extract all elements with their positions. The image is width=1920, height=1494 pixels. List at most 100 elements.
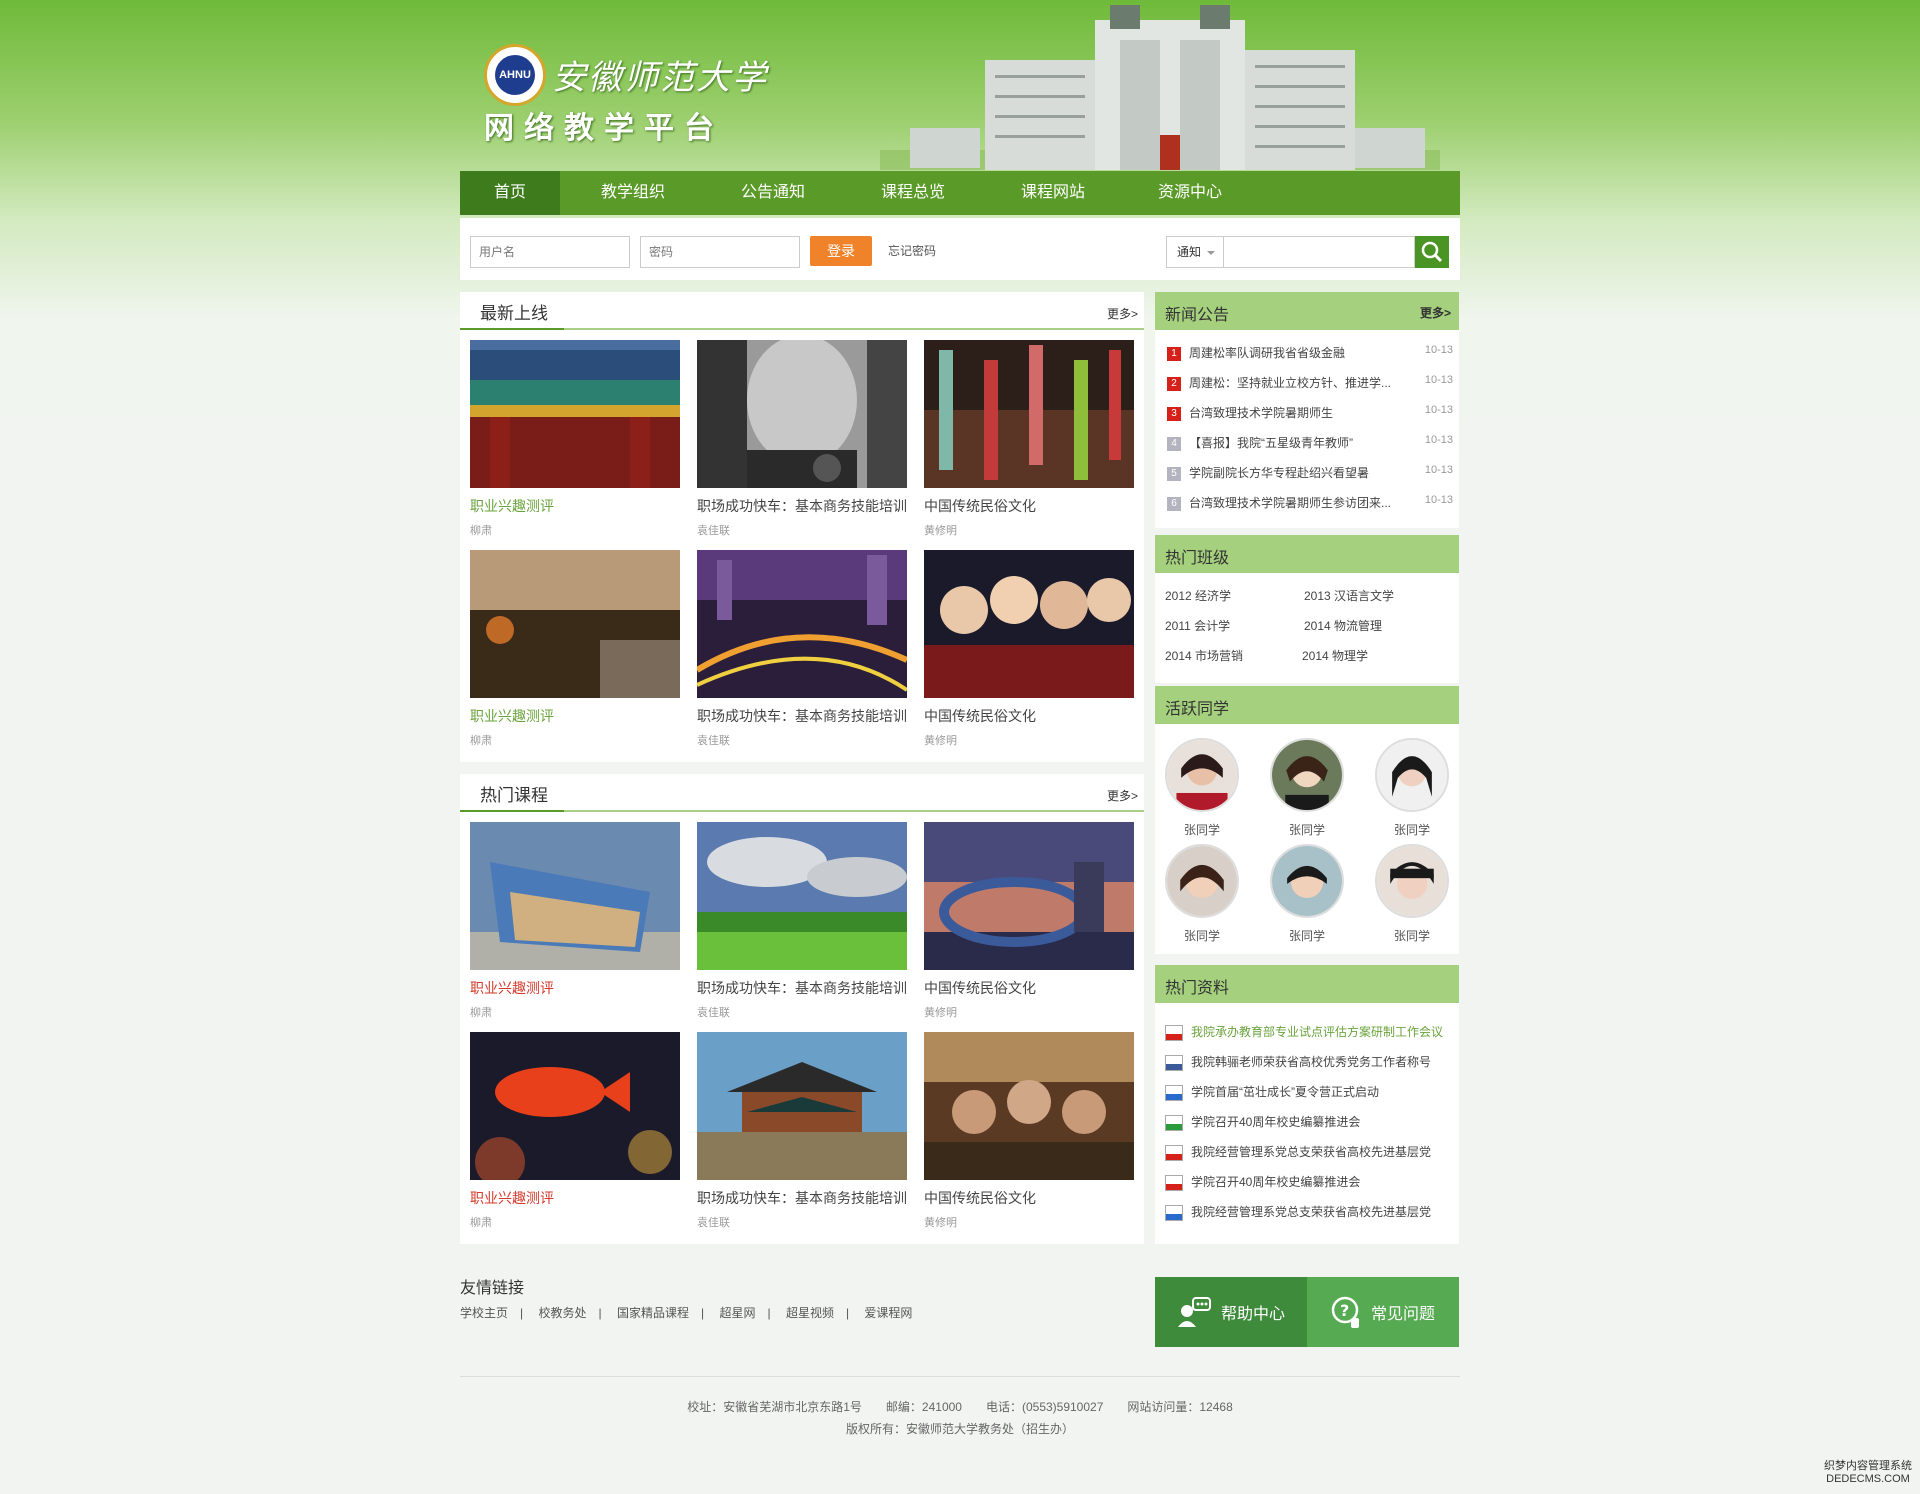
login-button[interactable]: 登录	[810, 236, 872, 266]
help-center-button[interactable]: 帮助中心	[1155, 1277, 1307, 1347]
news-item[interactable]: 3 台湾致理技术学院暑期师生 10-13	[1167, 404, 1453, 424]
platform-name[interactable]: 网络教学平台	[484, 103, 724, 147]
student-name[interactable]: 张同学	[1374, 927, 1450, 944]
course-card[interactable]: 职场成功快车：基本商务技能培训 袁佳联	[697, 1032, 907, 1230]
course-thumbnail[interactable]	[697, 340, 907, 488]
course-thumbnail[interactable]	[697, 550, 907, 698]
news-item[interactable]: 6 台湾致理技术学院暑期师生参访团来... 10-13	[1167, 494, 1453, 514]
hot-courses-more-link[interactable]: 更多>	[1107, 787, 1138, 804]
student-avatar[interactable]: 张同学	[1164, 738, 1240, 838]
course-thumbnail[interactable]	[924, 822, 1134, 970]
avatar[interactable]	[1165, 738, 1239, 812]
course-thumbnail[interactable]	[697, 1032, 907, 1180]
nav-home[interactable]: 首页	[460, 171, 560, 215]
resource-title[interactable]: 学院召开40周年校史编纂推进会	[1191, 1115, 1360, 1129]
faq-button[interactable]: ? 常见问题	[1307, 1277, 1459, 1347]
friend-link[interactable]: 学校主页	[460, 1306, 508, 1320]
news-text[interactable]: 【喜报】我院“五星级青年教师”	[1189, 436, 1353, 450]
username-input[interactable]: 用户名	[470, 236, 630, 268]
course-card[interactable]: 职业兴趣测评 柳肃	[470, 822, 680, 1020]
friend-link[interactable]: 超星网	[719, 1306, 755, 1320]
course-card[interactable]: 中国传统民俗文化 黄修明	[924, 340, 1134, 538]
avatar[interactable]	[1375, 738, 1449, 812]
news-text[interactable]: 周建松：坚持就业立校方针、推进学...	[1189, 376, 1391, 390]
student-avatar[interactable]: 张同学	[1269, 844, 1345, 944]
school-emblem-icon[interactable]: AHNU	[484, 44, 546, 106]
course-card[interactable]: 中国传统民俗文化 黄修明	[924, 1032, 1134, 1230]
student-avatar[interactable]: 张同学	[1269, 738, 1345, 838]
course-thumbnail[interactable]	[924, 1032, 1134, 1180]
course-thumbnail[interactable]	[697, 822, 907, 970]
news-item[interactable]: 4 【喜报】我院“五星级青年教师” 10-13	[1167, 434, 1453, 454]
nav-course-sites[interactable]: 课程网站	[986, 171, 1120, 215]
course-title[interactable]: 职业兴趣测评	[470, 1188, 680, 1208]
course-thumbnail[interactable]	[924, 340, 1134, 488]
resource-item[interactable]: 我院韩骊老师荣获省高校优秀党务工作者称号	[1165, 1053, 1431, 1071]
resource-title[interactable]: 我院承办教育部专业试点评估方案研制工作会议	[1191, 1025, 1443, 1039]
latest-more-link[interactable]: 更多>	[1107, 305, 1138, 322]
password-input[interactable]: 密码	[640, 236, 800, 268]
course-card[interactable]: 职场成功快车：基本商务技能培训 袁佳联	[697, 550, 907, 748]
nav-course-overview[interactable]: 课程总览	[840, 171, 986, 215]
course-card[interactable]: 职场成功快车：基本商务技能培训 袁佳联	[697, 822, 907, 1020]
course-title[interactable]: 职业兴趣测评	[470, 978, 680, 998]
resource-title[interactable]: 我院经营管理系党总支荣获省高校先进基层党	[1191, 1145, 1431, 1159]
news-text[interactable]: 周建松率队调研我省省级金融	[1189, 346, 1345, 360]
class-link[interactable]: 2014 物流管理	[1304, 617, 1382, 634]
course-card[interactable]: 中国传统民俗文化 黄修明	[924, 550, 1134, 748]
class-link[interactable]: 2011 会计学	[1165, 617, 1230, 634]
course-thumbnail[interactable]	[924, 550, 1134, 698]
course-thumbnail[interactable]	[470, 550, 680, 698]
search-input[interactable]	[1223, 236, 1415, 268]
student-avatar[interactable]: 张同学	[1374, 738, 1450, 838]
resource-title[interactable]: 我院韩骊老师荣获省高校优秀党务工作者称号	[1191, 1055, 1431, 1069]
news-text[interactable]: 台湾致理技术学院暑期师生参访团来...	[1189, 496, 1391, 510]
school-name[interactable]: 安徽师范大学	[552, 50, 768, 99]
search-category-select[interactable]: 通知	[1166, 236, 1224, 268]
student-name[interactable]: 张同学	[1374, 821, 1450, 838]
resource-item[interactable]: 我院经营管理系党总支荣获省高校先进基层党	[1165, 1203, 1431, 1221]
student-name[interactable]: 张同学	[1164, 927, 1240, 944]
student-name[interactable]: 张同学	[1269, 821, 1345, 838]
course-title[interactable]: 职场成功快车：基本商务技能培训	[697, 706, 907, 726]
course-title[interactable]: 中国传统民俗文化	[924, 706, 1134, 726]
resource-item[interactable]: 我院经营管理系党总支荣获省高校先进基层党	[1165, 1143, 1431, 1161]
course-title[interactable]: 中国传统民俗文化	[924, 1188, 1134, 1208]
resource-title[interactable]: 学院召开40周年校史编纂推进会	[1191, 1175, 1360, 1189]
course-card[interactable]: 职业兴趣测评 柳肃	[470, 340, 680, 538]
avatar[interactable]	[1270, 738, 1344, 812]
course-card[interactable]: 职业兴趣测评 柳肃	[470, 550, 680, 748]
nav-announcements[interactable]: 公告通知	[706, 171, 840, 215]
student-name[interactable]: 张同学	[1269, 927, 1345, 944]
student-avatar[interactable]: 张同学	[1164, 844, 1240, 944]
course-title[interactable]: 中国传统民俗文化	[924, 496, 1134, 516]
news-text[interactable]: 台湾致理技术学院暑期师生	[1189, 406, 1333, 420]
course-title[interactable]: 职场成功快车：基本商务技能培训	[697, 1188, 907, 1208]
news-more-link[interactable]: 更多>	[1420, 304, 1451, 321]
class-link[interactable]: 2014 市场营销	[1165, 647, 1243, 664]
course-title[interactable]: 职业兴趣测评	[470, 496, 680, 516]
course-title[interactable]: 职场成功快车：基本商务技能培训	[697, 978, 907, 998]
course-card[interactable]: 职场成功快车：基本商务技能培训 袁佳联	[697, 340, 907, 538]
friend-link[interactable]: 爱课程网	[864, 1306, 912, 1320]
course-thumbnail[interactable]	[470, 1032, 680, 1180]
course-card[interactable]: 中国传统民俗文化 黄修明	[924, 822, 1134, 1020]
resource-item[interactable]: 学院召开40周年校史编纂推进会	[1165, 1113, 1360, 1131]
resource-title[interactable]: 我院经营管理系党总支荣获省高校先进基层党	[1191, 1205, 1431, 1219]
avatar[interactable]	[1375, 844, 1449, 918]
resource-title[interactable]: 学院首届“茁壮成长”夏令营正式启动	[1191, 1085, 1379, 1099]
friend-link[interactable]: 国家精品课程	[617, 1306, 689, 1320]
news-text[interactable]: 学院副院长方华专程赴绍兴看望暑	[1189, 466, 1369, 480]
course-title[interactable]: 职场成功快车：基本商务技能培训	[697, 496, 907, 516]
search-button[interactable]	[1415, 236, 1449, 268]
student-name[interactable]: 张同学	[1164, 821, 1240, 838]
course-thumbnail[interactable]	[470, 340, 680, 488]
news-item[interactable]: 1 周建松率队调研我省省级金融 10-13	[1167, 344, 1453, 364]
class-link[interactable]: 2013 汉语言文学	[1304, 587, 1394, 604]
resource-item[interactable]: 学院首届“茁壮成长”夏令营正式启动	[1165, 1083, 1379, 1101]
course-thumbnail[interactable]	[470, 822, 680, 970]
course-card[interactable]: 职业兴趣测评 柳肃	[470, 1032, 680, 1230]
avatar[interactable]	[1270, 844, 1344, 918]
nav-resource-center[interactable]: 资源中心	[1120, 171, 1260, 215]
news-item[interactable]: 2 周建松：坚持就业立校方针、推进学... 10-13	[1167, 374, 1453, 394]
